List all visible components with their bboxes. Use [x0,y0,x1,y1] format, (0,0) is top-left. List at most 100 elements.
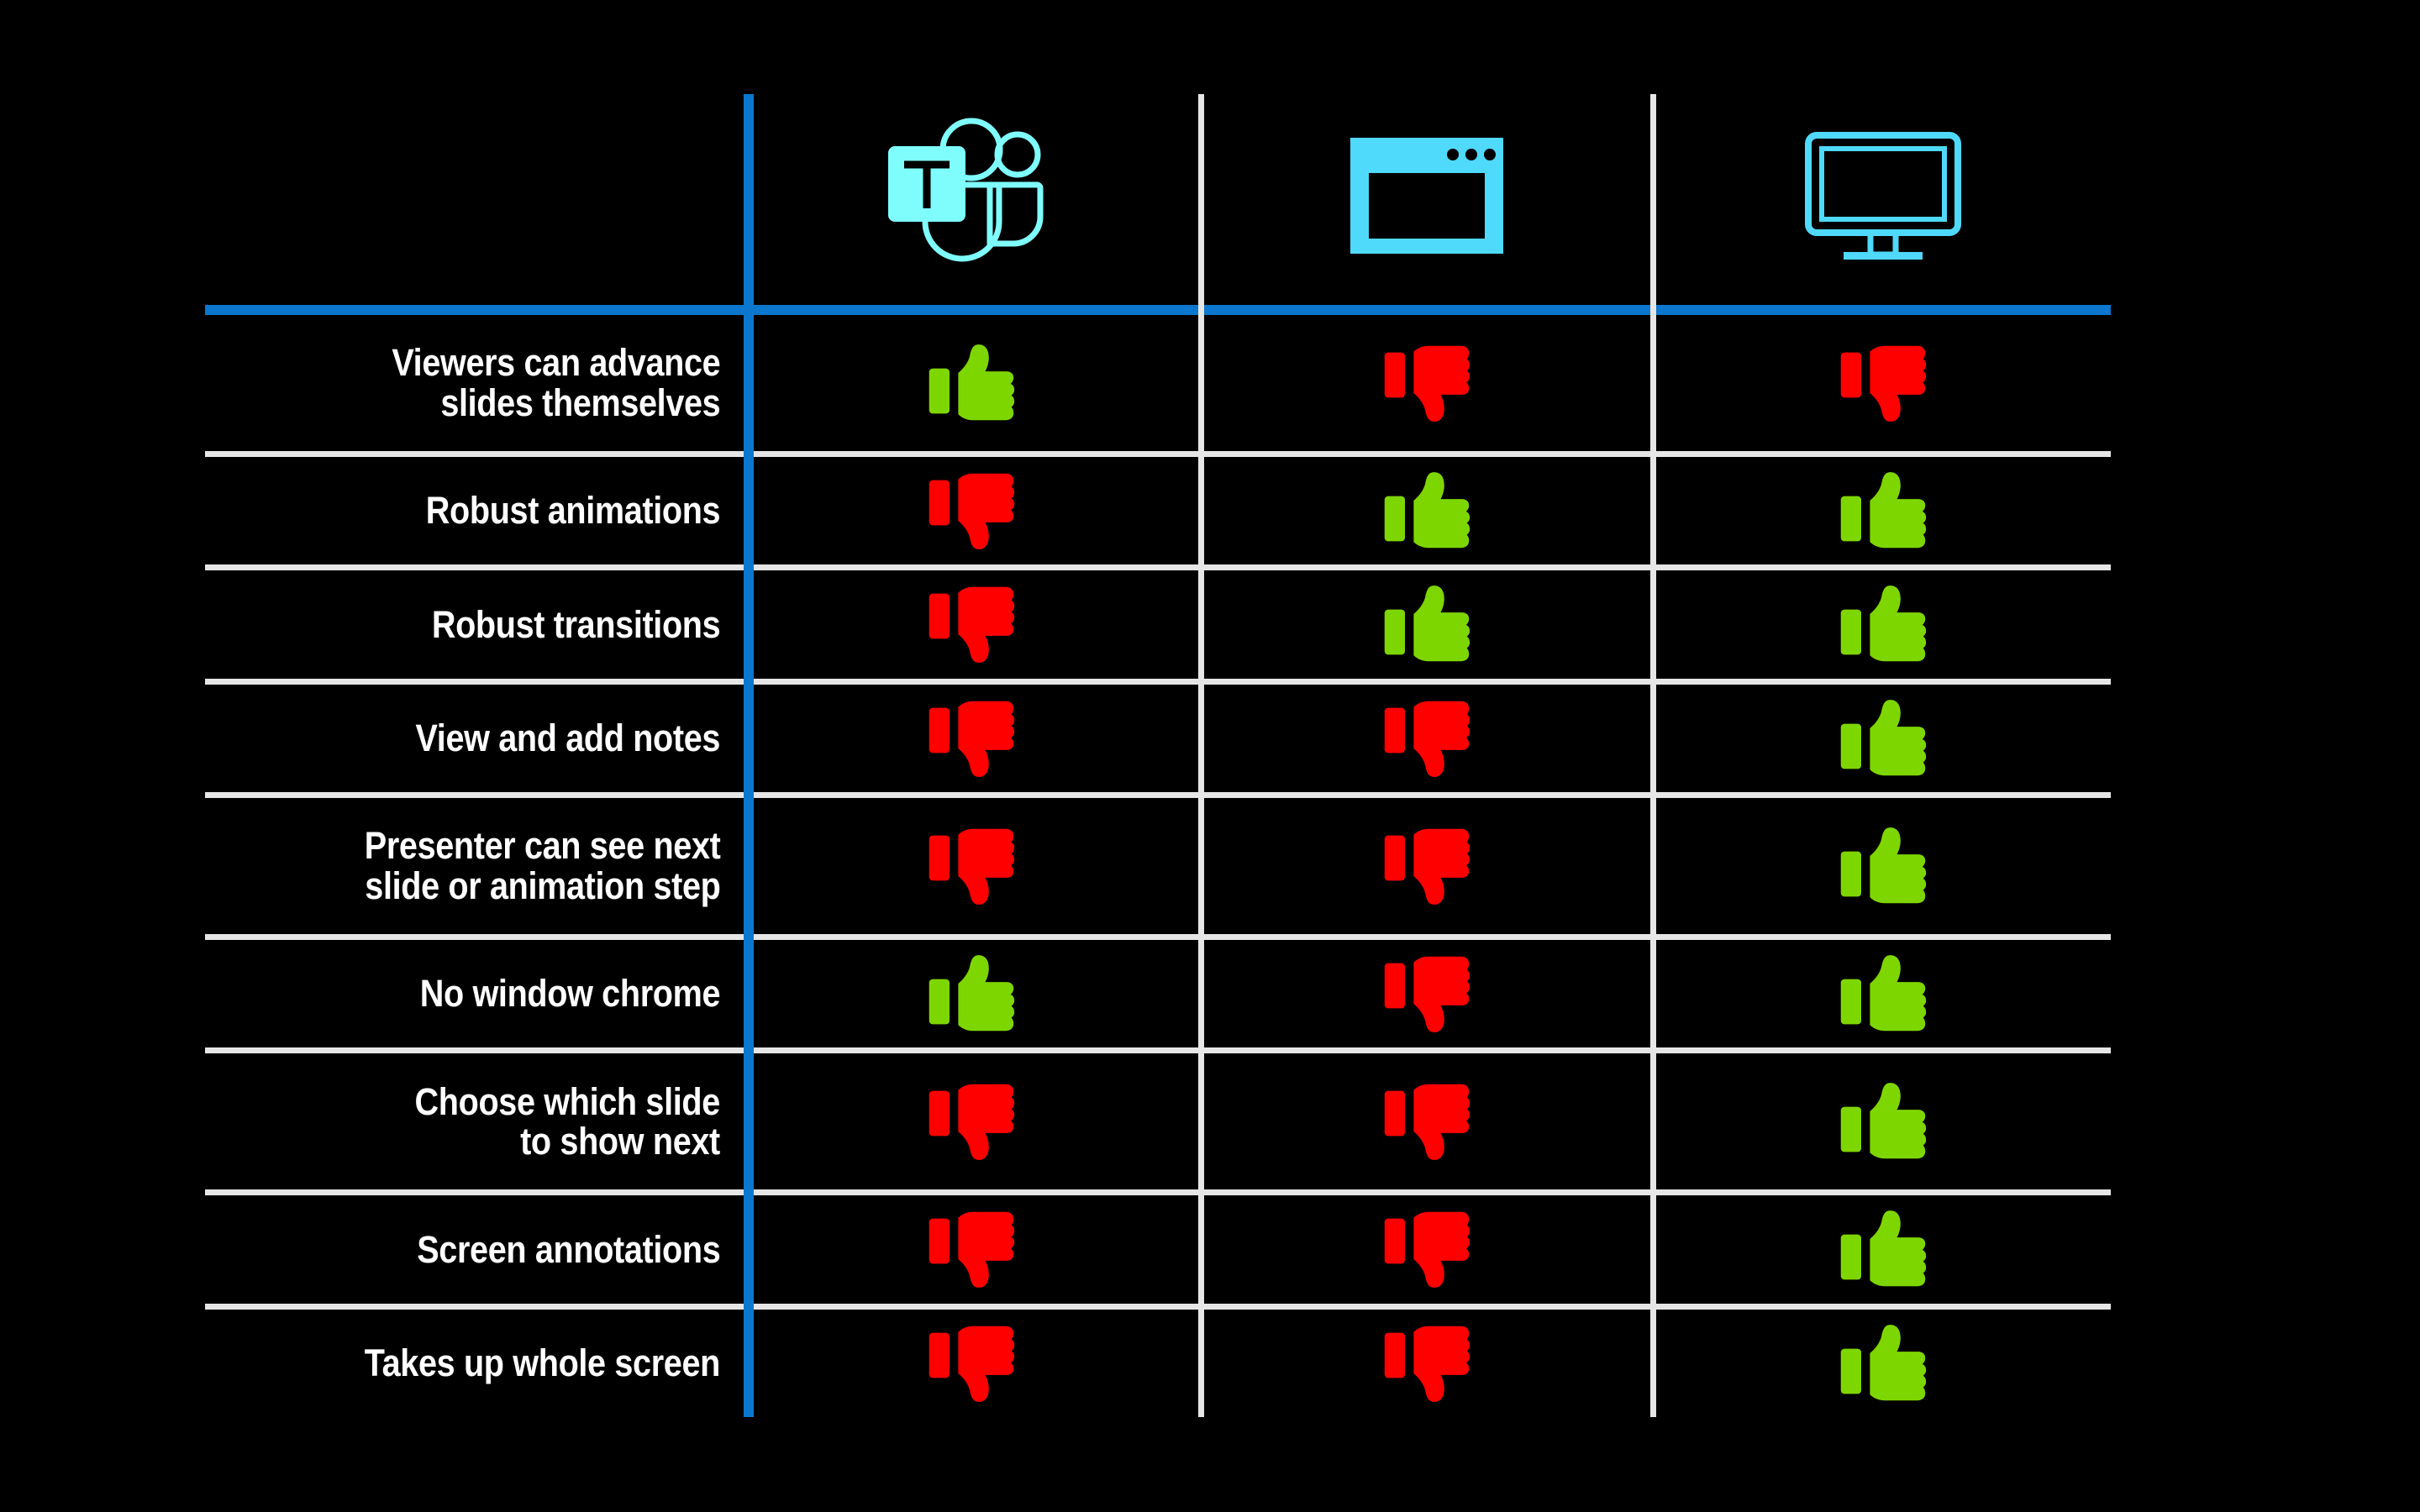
table-row: Robust transitions [205,570,2111,678]
row-label-cell: Robust transitions [205,570,744,678]
cell-teams [744,685,1199,792]
table-row: Screen annotations [205,1195,2111,1303]
cell-teams [744,570,1199,678]
cell-window [1199,1310,1655,1417]
table-row: No window chrome [205,940,2111,1047]
thumbs-up-icon [1839,1324,1927,1403]
row-label-text: Viewers can advance slides themselves [391,341,720,424]
row-separator [205,564,2111,571]
thumbs-up-icon [1839,1082,1927,1161]
cell-monitor [1655,685,2111,792]
row-separator [205,933,2111,940]
cell-teams [744,457,1199,564]
table-row: Presenter can see next slide or animatio… [205,798,2111,934]
feature-comparison-table: Viewers can advance slides themselves Rob… [205,94,2111,1417]
table-body: Viewers can advance slides themselves Rob… [205,315,2111,1417]
thumbs-down-icon [1383,344,1470,423]
cell-teams [744,1195,1199,1303]
thumbs-up-icon [1839,1210,1927,1289]
row-separator [205,1189,2111,1196]
table-row: Robust animations [205,457,2111,564]
thumbs-down-icon [928,585,1015,664]
thumbs-down-icon [1383,1210,1470,1289]
thumbs-up-icon [1839,471,1927,550]
table-row: Viewers can advance slides themselves [205,315,2111,451]
thumbs-down-icon [928,1082,1015,1161]
cell-teams [744,940,1199,1047]
row-label-text: Takes up whole screen [364,1341,721,1384]
row-separator [205,678,2111,685]
thumbs-up-icon [928,954,1015,1033]
thumbs-up-icon [928,344,1015,423]
cell-window [1199,1053,1655,1189]
thumbs-down-icon [928,699,1015,778]
cell-teams [744,315,1199,451]
row-label-text: Presenter can see next slide or animatio… [364,824,720,907]
row-label-cell: View and add notes [205,685,744,792]
row-label-cell: Choose which slide to show next [205,1053,744,1189]
row-separator [205,792,2111,799]
thumbs-up-icon [1839,954,1927,1033]
thumbs-up-icon [1839,585,1927,664]
row-label-text: No window chrome [419,972,721,1016]
application-window-icon [1347,134,1507,265]
thumbs-up-icon [1839,699,1927,778]
column-header-window [1199,94,1655,305]
header-underline-rule [205,305,2111,315]
cell-window [1199,940,1655,1047]
cell-window [1199,798,1655,934]
row-label-text: Choose which slide to show next [414,1079,721,1163]
cell-monitor [1655,1195,2111,1303]
column-header-teams [744,94,1199,305]
cell-monitor [1655,1310,2111,1417]
thumbs-down-icon [1383,1324,1470,1403]
row-label-text: Robust animations [425,489,721,533]
cell-teams [744,798,1199,934]
cell-monitor [1655,1053,2111,1189]
thumbs-down-icon [928,827,1015,906]
thumbs-down-icon [1383,1082,1470,1161]
row-label-cell: Robust animations [205,457,744,564]
row-separator [205,450,2111,457]
thumbs-down-icon [1383,827,1470,906]
row-label-cell: Screen annotations [205,1195,744,1303]
thumbs-down-icon [1383,954,1470,1033]
row-label-text: Screen annotations [416,1227,720,1271]
cell-monitor [1655,457,2111,564]
table-row: Takes up whole screen [205,1310,2111,1417]
cell-window [1199,1195,1655,1303]
thumbs-down-icon [1383,699,1470,778]
microsoft-teams-icon [879,118,1064,281]
thumbs-down-icon [928,1324,1015,1403]
cell-teams [744,1053,1199,1189]
row-separator [205,1047,2111,1054]
row-label-text: Robust transitions [431,602,721,646]
thumbs-down-icon [1839,344,1927,423]
cell-monitor [1655,570,2111,678]
cell-window [1199,570,1655,678]
thumbs-up-icon [1383,585,1470,664]
cell-monitor [1655,315,2111,451]
row-label-cell: Viewers can advance slides themselves [205,315,744,451]
cell-window [1199,685,1655,792]
column-divider-2 [1198,94,1204,1417]
table-row: Choose which slide to show next [205,1053,2111,1189]
cell-window [1199,315,1655,451]
cell-window [1199,457,1655,564]
desktop-monitor-icon [1803,130,1963,269]
column-divider-primary [744,94,754,1417]
thumbs-down-icon [928,471,1015,550]
table-header-row [205,94,2111,305]
comparison-slide: Viewers can advance slides themselves Rob… [0,0,2420,1512]
row-separator [205,1303,2111,1310]
thumbs-down-icon [928,1210,1015,1289]
cell-monitor [1655,940,2111,1047]
row-label-text: View and add notes [415,717,720,760]
table-row: View and add notes [205,685,2111,792]
cell-monitor [1655,798,2111,934]
column-divider-3 [1650,94,1656,1417]
thumbs-up-icon [1383,471,1470,550]
row-label-cell: No window chrome [205,940,744,1047]
row-label-cell: Takes up whole screen [205,1310,744,1417]
thumbs-up-icon [1839,827,1927,906]
